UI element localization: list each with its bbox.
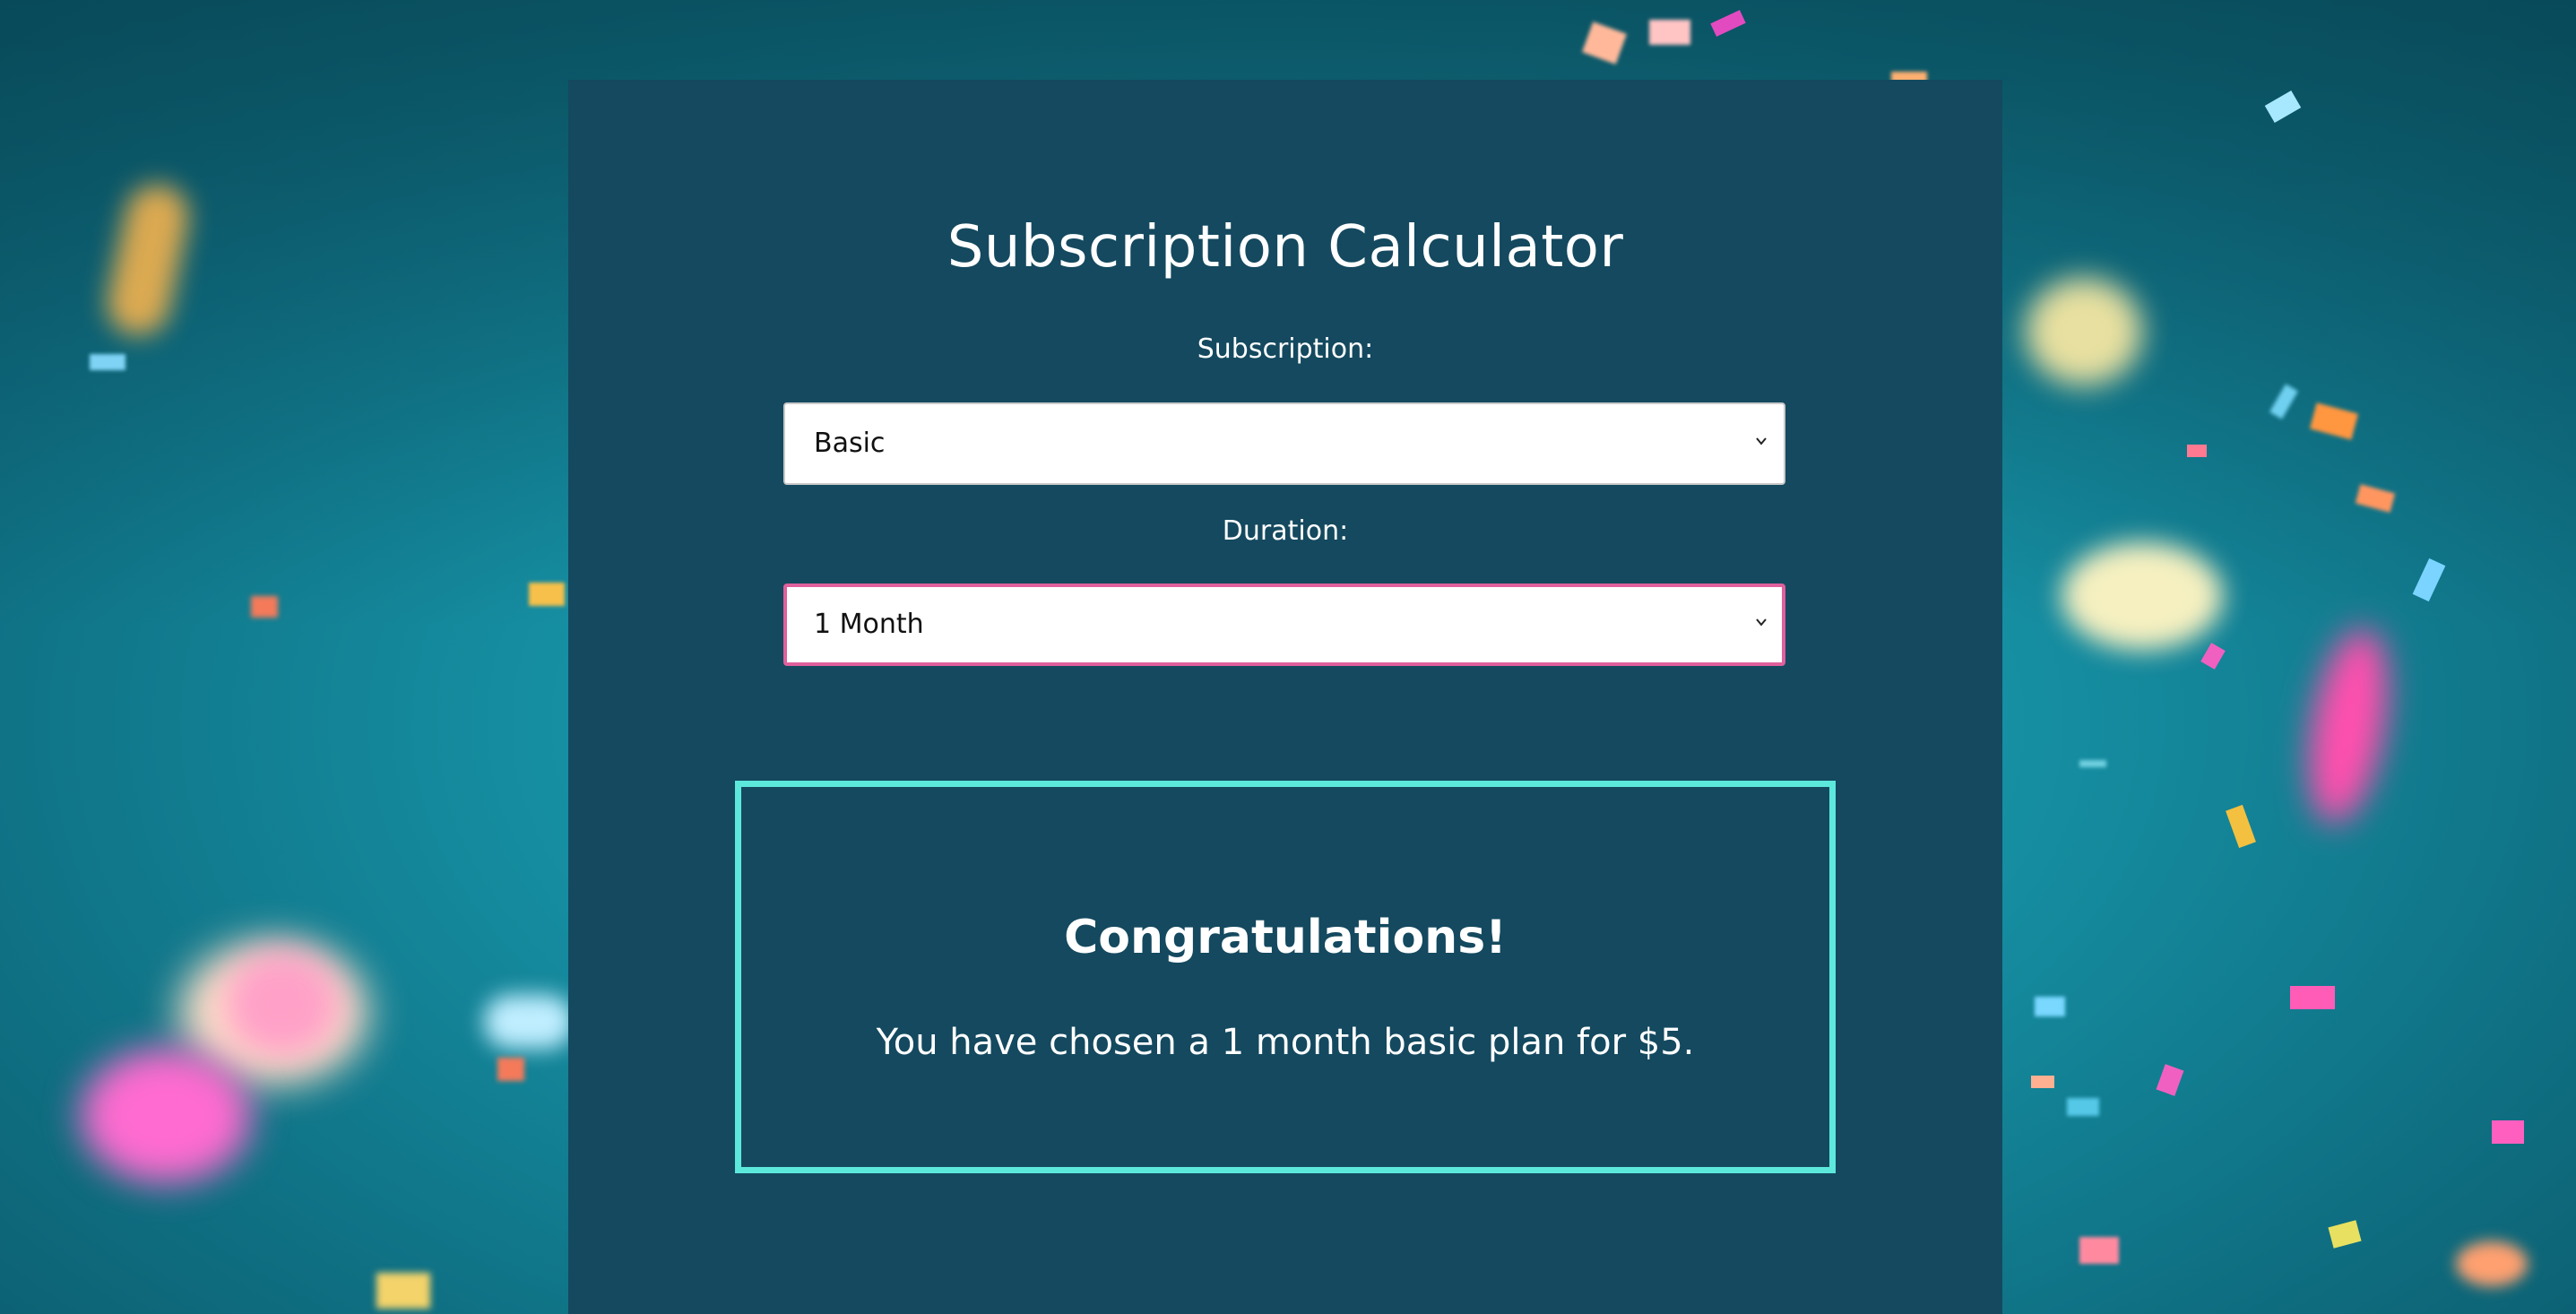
duration-select-value: 1 Month [814,609,924,640]
confetti-piece [224,950,341,1058]
confetti-piece [2156,1064,2184,1096]
confetti-piece [2079,1237,2119,1264]
confetti-piece [529,583,565,606]
confetti-piece [376,1273,430,1309]
confetti-background: Subscription Calculator Subscription: Ba… [0,0,2576,1314]
confetti-piece [2062,542,2223,650]
chevron-down-icon [1756,437,1767,445]
confetti-piece [81,1049,251,1183]
chevron-down-icon [1756,618,1767,627]
confetti-piece [2456,1241,2528,1286]
confetti-piece [2295,622,2401,830]
confetti-piece [2226,804,2256,849]
calculator-panel: Subscription Calculator Subscription: Ba… [568,80,2002,1314]
result-heading: Congratulations! [1064,911,1507,964]
result-message: You have chosen a 1 month basic plan for… [876,1022,1695,1063]
subscription-label: Subscription: [1197,333,1374,365]
result-box: Congratulations! You have chosen a 1 mon… [735,781,1836,1173]
subscription-select[interactable]: Basic [783,402,1785,485]
confetti-piece [2290,986,2335,1009]
confetti-piece [497,1058,524,1081]
confetti-piece [2031,1076,2054,1088]
confetti-piece [2026,278,2142,385]
confetti-piece [2328,1220,2362,1249]
confetti-piece [90,354,125,370]
confetti-piece [2187,445,2207,457]
page-title: Subscription Calculator [947,214,1624,281]
confetti-piece [2035,997,2065,1016]
confetti-piece [251,596,278,618]
confetti-piece [2200,643,2226,670]
confetti-piece [2492,1120,2524,1144]
duration-label: Duration: [1222,515,1349,547]
confetti-piece [484,995,574,1049]
confetti-piece [2067,1098,2099,1116]
duration-select[interactable]: 1 Month [783,584,1785,666]
subscription-select-value: Basic [814,428,886,459]
confetti-piece [2079,760,2106,767]
confetti-piece [1649,20,1690,45]
